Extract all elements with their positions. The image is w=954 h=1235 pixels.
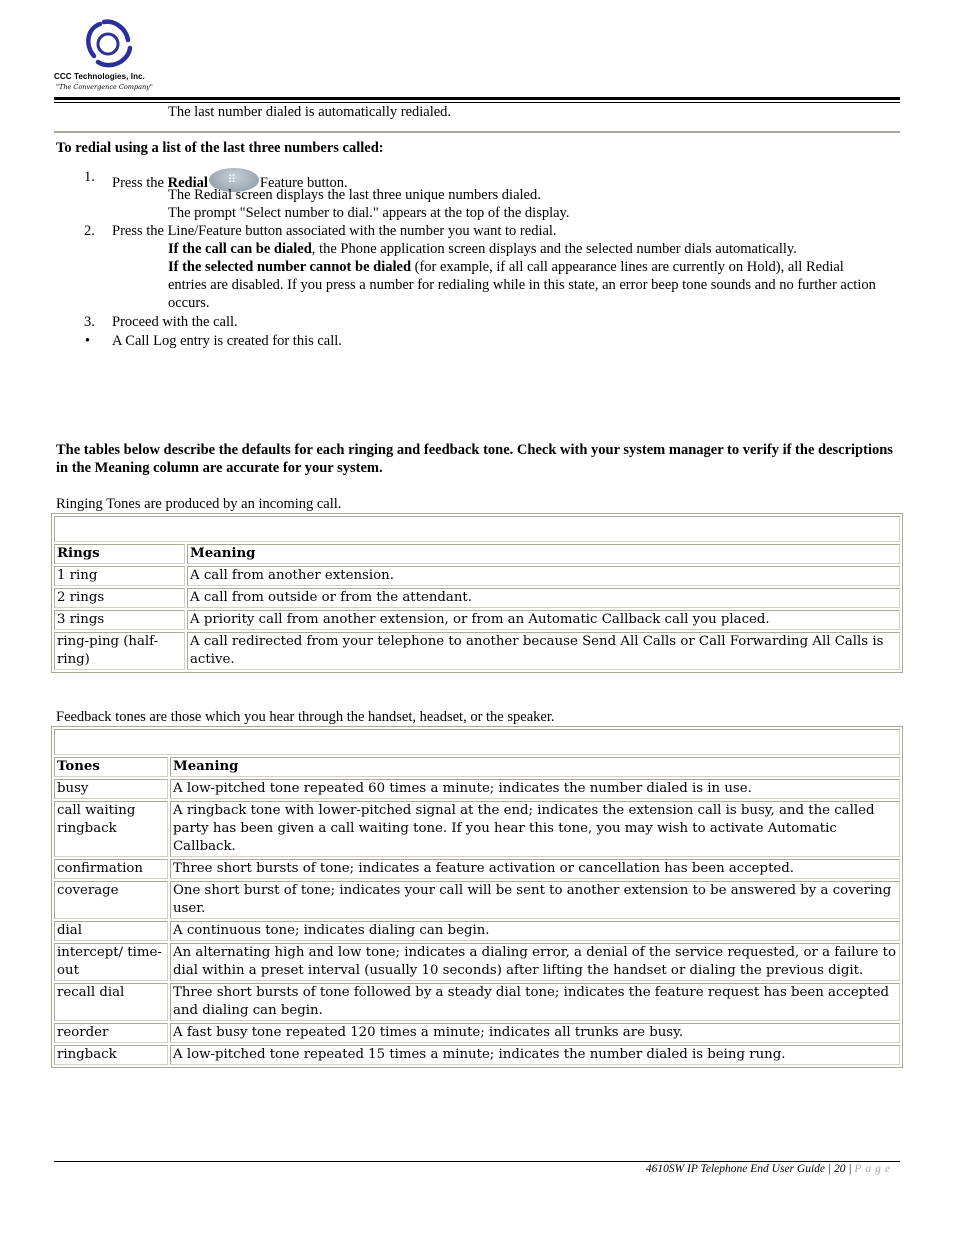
ring-meaning: A call from another extension. (187, 566, 900, 586)
table-row: busy A low-pitched tone repeated 60 times… (54, 779, 900, 799)
company-tagline: "The Convergence Company" (56, 83, 153, 91)
page-footer: 4610SW IP Telephone End User Guide | 20 … (646, 1163, 894, 1175)
table-row: recall dial Three short bursts of tone fo… (54, 983, 900, 1021)
table-row: ring-ping (half-ring) A call redirected … (54, 632, 900, 670)
tone-type: dial (54, 921, 168, 941)
footer-separator: | (848, 1163, 852, 1175)
tone-meaning: Three short bursts of tone followed by a… (170, 983, 900, 1021)
step-1-sub-1: The Redial screen displays the last thre… (168, 187, 541, 203)
intro-line: The last number dialed is automatically … (168, 104, 452, 120)
ring-type: 2 rings (54, 588, 185, 608)
guide-title: 4610SW IP Telephone End User Guide (645, 1163, 826, 1175)
table-row: 1 ring A call from another extension. (54, 566, 900, 586)
step-3-number: 3. (84, 314, 95, 330)
table-caption-row (54, 729, 900, 755)
company-name: CCC Technologies, Inc. (54, 72, 145, 81)
ring-meaning: A priority call from another extension, … (187, 610, 900, 630)
ring-meaning: A call redirected from your telephone to… (187, 632, 900, 670)
step-2-number: 2. (84, 223, 95, 239)
footer-separator: | (827, 1163, 832, 1175)
column-header-meaning: Meaning (170, 757, 900, 777)
tone-type: recall dial (54, 983, 168, 1021)
tone-type: reorder (54, 1023, 168, 1043)
ringing-intro: Ringing Tones are produced by an incomin… (56, 496, 342, 512)
header-rule (54, 97, 900, 100)
bullet-icon: • (85, 333, 91, 349)
step-2-sub-2: If the selected number cannot be dialed … (168, 259, 876, 311)
tone-type: intercept/ time-out (54, 943, 168, 981)
page-label: Page (854, 1163, 894, 1175)
tone-type: coverage (54, 881, 168, 919)
step-1-prefix: Press the (112, 175, 168, 191)
ringing-tones-table: Rings Meaning 1 ring A call from another… (51, 513, 903, 673)
redial-heading: To redial using a list of the last three… (56, 140, 384, 156)
table-caption-row (54, 516, 900, 542)
ring-type: 3 rings (54, 610, 185, 630)
tone-type: ringback (54, 1045, 168, 1065)
column-header-meaning: Meaning (187, 544, 900, 564)
table-header-row: Rings Meaning (54, 544, 900, 564)
column-header-rings: Rings (54, 544, 185, 564)
step-2-text: Press the Line/Feature button associated… (112, 223, 557, 239)
step-3-text: Proceed with the call. (112, 314, 238, 330)
table-header-row: Tones Meaning (54, 757, 900, 777)
feedback-intro: Feedback tones are those which you hear … (56, 709, 555, 725)
footer-rule (54, 1161, 900, 1162)
company-logo: CCC Technologies, Inc. "The Convergence … (54, 18, 164, 96)
section-divider (54, 131, 900, 133)
table-row: 3 rings A priority call from another ext… (54, 610, 900, 630)
tone-meaning: A fast busy tone repeated 120 times a mi… (170, 1023, 900, 1043)
table-row: call waiting ringback A ringback tone wit… (54, 801, 900, 857)
tone-meaning: Three short bursts of tone; indicates a … (170, 859, 900, 879)
step-2-sub-1: If the call can be dialed, the Phone app… (168, 241, 797, 257)
step-1-sub-2: The prompt "Select number to dial." appe… (168, 205, 570, 221)
tone-meaning: An alternating high and low tone; indica… (170, 943, 900, 981)
step-1-number: 1. (84, 169, 95, 185)
tone-type: busy (54, 779, 168, 799)
feedback-tones-table: Tones Meaning busy A low-pitched tone rep… (51, 726, 903, 1068)
ring-type: 1 ring (54, 566, 185, 586)
tones-intro: The tables below describe the defaults f… (56, 442, 893, 476)
bullet-text: A Call Log entry is created for this cal… (112, 333, 342, 349)
tone-meaning: A low-pitched tone repeated 60 times a m… (170, 779, 900, 799)
tone-meaning: A ringback tone with lower-pitched signa… (170, 801, 900, 857)
ring-meaning: A call from outside or from the attendan… (187, 588, 900, 608)
tone-type: call waiting ringback (54, 801, 168, 857)
ring-type: ring-ping (half-ring) (54, 632, 185, 670)
table-row: coverage One short burst of tone; indicat… (54, 881, 900, 919)
table-row: reorder A fast busy tone repeated 120 tim… (54, 1023, 900, 1043)
table-row: confirmation Three short bursts of tone; … (54, 859, 900, 879)
table-row: intercept/ time-out An alternating high a… (54, 943, 900, 981)
tone-type: confirmation (54, 859, 168, 879)
tone-meaning: One short burst of tone; indicates your … (170, 881, 900, 919)
tone-meaning: A continuous tone; indicates dialing can… (170, 921, 900, 941)
tone-meaning: A low-pitched tone repeated 15 times a m… (170, 1045, 900, 1065)
table-row: 2 rings A call from outside or from the … (54, 588, 900, 608)
table-row: ringback A low-pitched tone repeated 15 t… (54, 1045, 900, 1065)
column-header-tones: Tones (54, 757, 168, 777)
table-row: dial A continuous tone; indicates dialing… (54, 921, 900, 941)
page-number: 20 (833, 1163, 846, 1175)
logo-swirl-icon (86, 19, 133, 68)
